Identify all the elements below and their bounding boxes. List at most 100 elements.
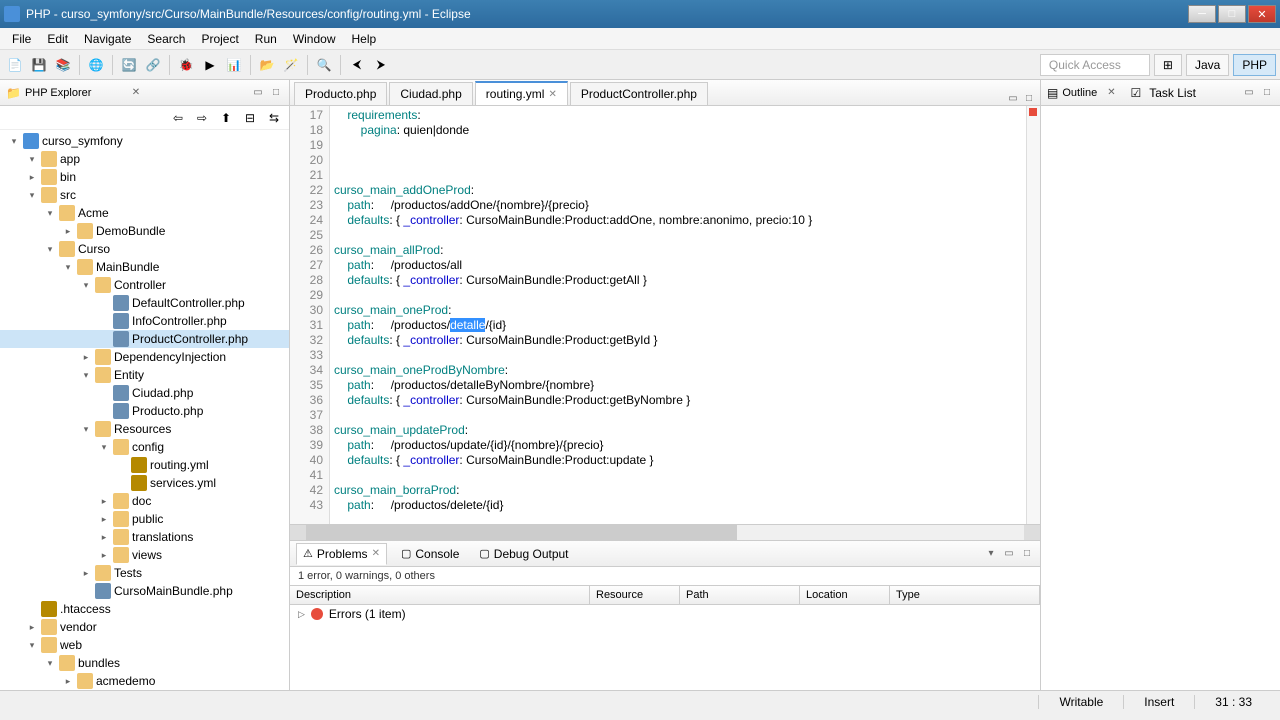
tree-item[interactable]: DefaultController.php: [0, 294, 289, 312]
tree-item[interactable]: ▾bundles: [0, 654, 289, 672]
debug-output-tab[interactable]: ▢ Debug Output: [473, 544, 574, 564]
scroll-right-icon[interactable]: [1024, 525, 1040, 540]
coverage-button[interactable]: 📊: [223, 54, 245, 76]
tree-item[interactable]: ▾Acme: [0, 204, 289, 222]
link-button[interactable]: 🔗: [142, 54, 164, 76]
tree-item[interactable]: ▸doc: [0, 492, 289, 510]
menu-navigate[interactable]: Navigate: [76, 30, 139, 48]
editor-tab[interactable]: Producto.php: [294, 82, 387, 105]
tree-item[interactable]: ▸acmedemo: [0, 672, 289, 690]
tasklist-title[interactable]: Task List: [1149, 86, 1196, 100]
tree-item[interactable]: ▾curso_symfony: [0, 132, 289, 150]
link-editor-icon[interactable]: ⇆: [263, 107, 285, 129]
col-location[interactable]: Location: [800, 586, 890, 604]
problems-menu-icon[interactable]: ▾: [984, 547, 998, 561]
tree-item[interactable]: Producto.php: [0, 402, 289, 420]
tree-item[interactable]: ProductController.php: [0, 330, 289, 348]
php-perspective-button[interactable]: PHP: [1233, 54, 1276, 76]
save-all-button[interactable]: 📚: [52, 54, 74, 76]
console-tab[interactable]: ▢ Console: [395, 544, 465, 564]
col-type[interactable]: Type: [890, 586, 1040, 604]
wand-button[interactable]: 🪄: [280, 54, 302, 76]
error-marker[interactable]: [1029, 108, 1037, 116]
outline-icon: ▤: [1047, 86, 1058, 100]
menu-window[interactable]: Window: [285, 30, 344, 48]
scroll-thumb[interactable]: [306, 525, 737, 540]
explorer-close-icon[interactable]: ✕: [129, 86, 143, 100]
explorer-maximize-icon[interactable]: □: [269, 86, 283, 100]
horizontal-scrollbar[interactable]: [290, 524, 1040, 540]
scroll-left-icon[interactable]: [290, 525, 306, 540]
tree-item[interactable]: CursoMainBundle.php: [0, 582, 289, 600]
menu-run[interactable]: Run: [247, 30, 285, 48]
menu-help[interactable]: Help: [344, 30, 385, 48]
tree-item[interactable]: ▾Entity: [0, 366, 289, 384]
tree-item[interactable]: ▾MainBundle: [0, 258, 289, 276]
tree-item[interactable]: services.yml: [0, 474, 289, 492]
tree-item[interactable]: ▾app: [0, 150, 289, 168]
overview-ruler[interactable]: [1026, 106, 1040, 524]
menu-search[interactable]: Search: [139, 30, 193, 48]
status-insert: Insert: [1123, 695, 1194, 709]
tree-item[interactable]: ▸DemoBundle: [0, 222, 289, 240]
tree-item[interactable]: ▸public: [0, 510, 289, 528]
tree-item[interactable]: InfoController.php: [0, 312, 289, 330]
up-icon[interactable]: ⬆: [215, 107, 237, 129]
editor-tab[interactable]: Ciudad.php: [389, 82, 472, 105]
tree-item[interactable]: ▸Tests: [0, 564, 289, 582]
new-button[interactable]: 📄: [4, 54, 26, 76]
tree-item[interactable]: ▸views: [0, 546, 289, 564]
tree-item[interactable]: ▾web: [0, 636, 289, 654]
debug-button[interactable]: 🐞: [175, 54, 197, 76]
java-perspective-button[interactable]: Java: [1186, 54, 1229, 76]
col-resource[interactable]: Resource: [590, 586, 680, 604]
code-editor[interactable]: requirements: pagina: quien|dondecurso_m…: [330, 106, 1026, 524]
editor-maximize-icon[interactable]: □: [1022, 91, 1036, 105]
tree-item[interactable]: ▸translations: [0, 528, 289, 546]
outline-close-icon[interactable]: ✕: [1104, 86, 1118, 100]
explorer-minimize-icon[interactable]: ▭: [251, 86, 265, 100]
tree-item[interactable]: ▾Resources: [0, 420, 289, 438]
back-icon[interactable]: ⇦: [167, 107, 189, 129]
tree-item[interactable]: ▾Controller: [0, 276, 289, 294]
search-button[interactable]: 🔍: [313, 54, 335, 76]
run-button[interactable]: ▶: [199, 54, 221, 76]
save-button[interactable]: 💾: [28, 54, 50, 76]
tree-item[interactable]: Ciudad.php: [0, 384, 289, 402]
browser-button[interactable]: 🌐: [85, 54, 107, 76]
minimize-button[interactable]: ─: [1188, 5, 1216, 23]
tree-item[interactable]: .htaccess: [0, 600, 289, 618]
tree-item[interactable]: ▸DependencyInjection: [0, 348, 289, 366]
nav-back-button[interactable]: ⮜: [346, 54, 368, 76]
menu-project[interactable]: Project: [193, 30, 246, 48]
maximize-button[interactable]: □: [1218, 5, 1246, 23]
editor-minimize-icon[interactable]: ▭: [1006, 91, 1020, 105]
menu-edit[interactable]: Edit: [39, 30, 76, 48]
tree-item[interactable]: ▾src: [0, 186, 289, 204]
open-perspective-button[interactable]: ⊞: [1154, 54, 1182, 76]
nav-fwd-button[interactable]: ⮞: [370, 54, 392, 76]
problems-tab[interactable]: ⚠ Problems ✕: [296, 543, 387, 565]
outline-minimize-icon[interactable]: ▭: [1242, 86, 1256, 100]
tree-item[interactable]: ▸vendor: [0, 618, 289, 636]
collapse-icon[interactable]: ⊟: [239, 107, 261, 129]
tree-item[interactable]: ▾Curso: [0, 240, 289, 258]
quick-access-input[interactable]: Quick Access: [1040, 54, 1150, 76]
problems-maximize-icon[interactable]: □: [1020, 547, 1034, 561]
open-button[interactable]: 📂: [256, 54, 278, 76]
col-description[interactable]: Description: [290, 586, 590, 604]
col-path[interactable]: Path: [680, 586, 800, 604]
tree-item[interactable]: ▸bin: [0, 168, 289, 186]
explorer-tree[interactable]: ▾curso_symfony▾app▸bin▾src▾Acme▸DemoBund…: [0, 130, 289, 690]
outline-maximize-icon[interactable]: □: [1260, 86, 1274, 100]
menu-file[interactable]: File: [4, 30, 39, 48]
tree-item[interactable]: ▾config: [0, 438, 289, 456]
error-group-row[interactable]: ▷ Errors (1 item): [290, 605, 1040, 623]
close-button[interactable]: ✕: [1248, 5, 1276, 23]
editor-tab[interactable]: ProductController.php: [570, 82, 708, 105]
fwd-icon[interactable]: ⇨: [191, 107, 213, 129]
tree-item[interactable]: routing.yml: [0, 456, 289, 474]
editor-tab[interactable]: routing.yml✕: [475, 81, 568, 105]
problems-minimize-icon[interactable]: ▭: [1002, 547, 1016, 561]
refresh-button[interactable]: 🔄: [118, 54, 140, 76]
